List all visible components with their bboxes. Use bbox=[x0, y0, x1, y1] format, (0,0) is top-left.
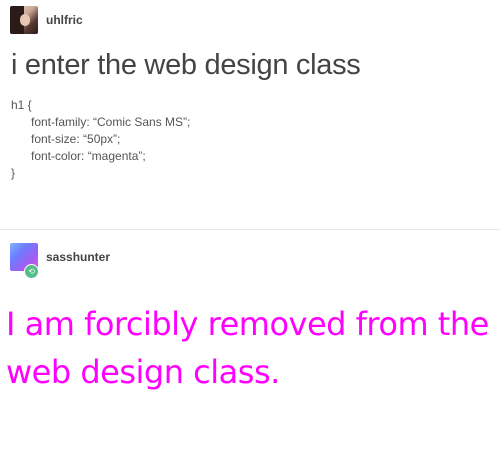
post-header: uhlfric bbox=[10, 6, 83, 34]
username-link[interactable]: sasshunter bbox=[46, 250, 110, 264]
code-line: font-family: “Comic Sans MS”; bbox=[31, 115, 191, 129]
code-line: font-color: “magenta”; bbox=[31, 149, 146, 163]
avatar-face bbox=[20, 14, 30, 26]
code-block: h1 { font-family: “Comic Sans MS”; font-… bbox=[11, 97, 190, 182]
code-line: h1 { bbox=[11, 98, 32, 112]
post-title: i enter the web design class bbox=[11, 49, 361, 81]
code-line: font-size: “50px”; bbox=[31, 132, 121, 146]
avatar[interactable] bbox=[10, 6, 38, 34]
post-divider bbox=[0, 229, 500, 230]
reblog-icon: ⟲ bbox=[24, 264, 39, 279]
username-link[interactable]: uhlfric bbox=[46, 13, 83, 27]
reply-text: I am forcibly removed from the web desig… bbox=[6, 305, 489, 391]
code-line: } bbox=[11, 166, 16, 180]
